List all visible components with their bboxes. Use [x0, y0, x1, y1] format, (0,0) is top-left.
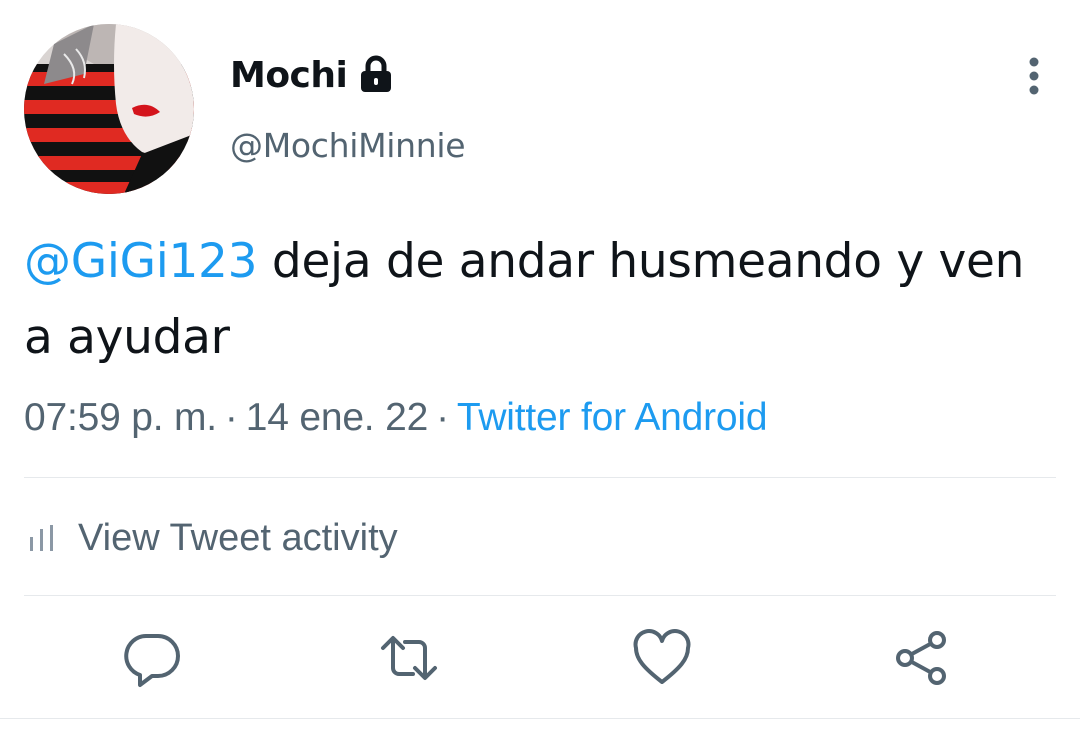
display-name[interactable]: Mochi [230, 52, 393, 100]
tweet-detail: Mochi @MochiMinnie @GiGi123 deja de anda… [0, 0, 1080, 734]
share-icon [896, 631, 946, 685]
meta-separator: · [224, 396, 238, 439]
share-button[interactable] [889, 626, 953, 690]
lock-icon [359, 55, 393, 93]
tweet-date[interactable]: 14 ene. 22 [246, 396, 429, 439]
tweet-time[interactable]: 07:59 p. m. [24, 396, 217, 439]
more-button[interactable] [1010, 52, 1058, 100]
avatar-image [24, 24, 194, 194]
bar-chart-icon [24, 519, 62, 557]
divider [0, 718, 1080, 719]
reply-icon [124, 634, 180, 687]
heart-icon [633, 629, 691, 684]
retweet-button[interactable] [377, 626, 441, 690]
avatar[interactable] [24, 24, 194, 194]
more-vertical-icon [1029, 57, 1039, 95]
mention-link[interactable]: @GiGi123 [24, 234, 258, 289]
meta-separator: · [436, 396, 449, 439]
like-button[interactable] [630, 626, 694, 690]
reply-button[interactable] [120, 626, 184, 690]
view-tweet-activity[interactable]: View Tweet activity [24, 512, 398, 564]
display-name-text: Mochi [230, 55, 348, 96]
activity-label: View Tweet activity [78, 517, 398, 559]
divider [24, 477, 1056, 478]
tweet-meta: 07:59 p. m. · 14 ene. 22 · Twitter for Andro… [24, 392, 768, 444]
retweet-icon [381, 636, 437, 680]
tweet-text: @GiGi123 deja de andar husmeando y ven a… [24, 224, 1044, 376]
divider [24, 595, 1056, 596]
user-handle[interactable]: @MochiMinnie [230, 122, 466, 170]
tweet-source[interactable]: Twitter for Android [457, 396, 768, 439]
